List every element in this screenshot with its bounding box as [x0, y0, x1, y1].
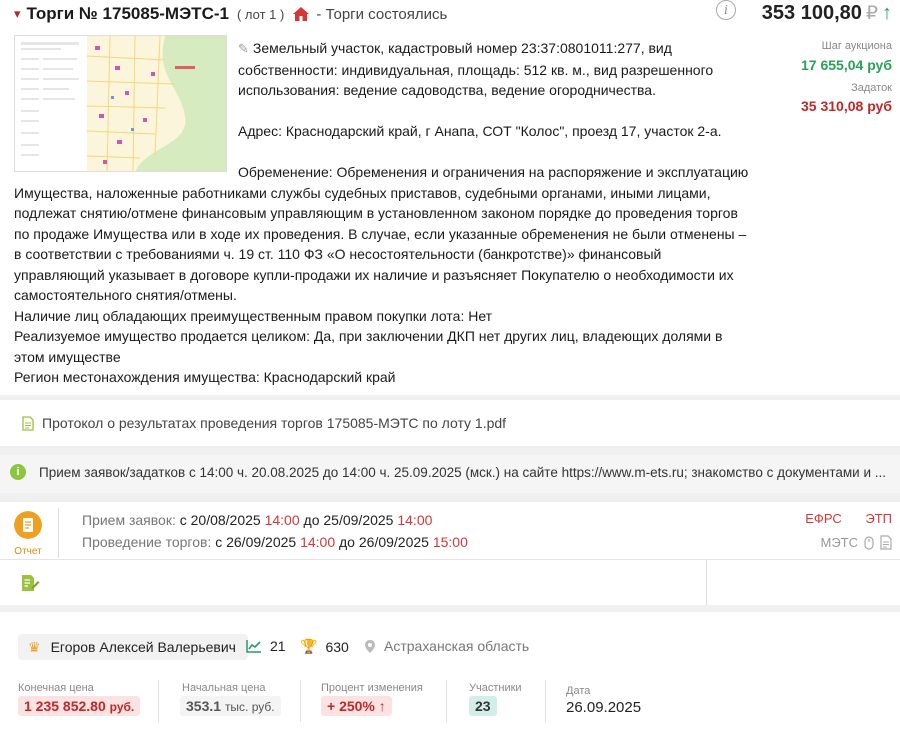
- final-price-label: Конечная цена: [18, 682, 94, 694]
- winner-section: ♛ Егоров Алексей Валерьевич 21 🏆 630 Аст…: [0, 612, 900, 730]
- ruble-sign: ₽: [865, 3, 878, 24]
- current-price: 353 100,80 ₽ ↑: [762, 2, 892, 25]
- report-label: Отчет: [14, 546, 42, 557]
- info-icon[interactable]: i: [716, 0, 736, 20]
- percent-change-label: Процент изменения: [321, 682, 423, 694]
- etp-link[interactable]: ЭТП: [865, 511, 892, 526]
- report-button[interactable]: Отчет: [10, 511, 46, 557]
- crown-icon: ♛: [28, 638, 41, 655]
- pencil-icon: ✎: [238, 41, 249, 56]
- document-icon: [22, 415, 34, 431]
- lot-header: ▾ Торги № 175085-МЭТС-1 ( лот 1 ) - Торг…: [14, 2, 447, 26]
- report-icon: [14, 511, 42, 539]
- date-value: 26.09.2025: [566, 699, 642, 716]
- efrs-link[interactable]: ЕФРС: [805, 511, 841, 526]
- views-stat: 21: [246, 638, 286, 654]
- mets-platform-label[interactable]: МЭТС: [820, 535, 858, 550]
- final-price-value: 1 235 852.80 руб.: [18, 696, 141, 716]
- notice-bar[interactable]: i Прием заявок/задатков с 14:00 ч. 20.08…: [0, 455, 900, 493]
- protocol-document-link[interactable]: Протокол о результатах проведения торгов…: [22, 415, 506, 431]
- auction-step-value: 17 655,04 руб: [801, 57, 892, 73]
- lot-preemptive-right: Наличие лиц обладающих преимущественным …: [14, 307, 493, 324]
- lot-encumbrance: Обременение: Обременения и ограничения н…: [14, 164, 749, 303]
- start-price-label: Начальная цена: [182, 682, 266, 694]
- protocol-document-label: Протокол о результатах проведения торгов…: [42, 415, 507, 431]
- location-pin-icon: [365, 639, 375, 653]
- home-icon: [293, 7, 310, 21]
- price-value: 353 100,80: [761, 2, 862, 24]
- documents-section: Протокол о результатах проведения торгов…: [0, 400, 900, 446]
- percent-change-value: + 250% ↑: [321, 696, 392, 716]
- chart-up-icon: [246, 640, 261, 653]
- date-label: Дата: [566, 685, 591, 697]
- auction-status: - Торги состоялись: [316, 5, 448, 23]
- lot-card: ▾ Торги № 175085-МЭТС-1 ( лот 1 ) - Торг…: [0, 0, 900, 395]
- arrow-up-icon: ↑: [378, 698, 386, 714]
- start-price-value: 353.1 тыс. руб.: [180, 696, 281, 716]
- winner-badge[interactable]: ♛ Егоров Алексей Валерьевич: [18, 634, 248, 660]
- arrow-up-icon: ↑: [882, 2, 892, 24]
- mouse-icon: [864, 535, 874, 550]
- score-stat: 🏆 630: [300, 638, 349, 655]
- lot-sold-whole: Реализуемое имущество продается целиком:…: [14, 328, 723, 365]
- winner-region: Астраханская область: [364, 638, 529, 654]
- lot-region: Регион местонахождения имущества: Красно…: [14, 369, 396, 385]
- lot-title-link[interactable]: Торги № 175085-МЭТС-1: [27, 4, 229, 24]
- winner-name: Егоров Алексей Валерьевич: [50, 639, 236, 655]
- trophy-icon: 🏆: [300, 638, 318, 654]
- lot-description: ✎ Земельный участок, кадастровый номер 23…: [14, 38, 754, 388]
- document-list-icon[interactable]: [880, 535, 892, 550]
- participants-value: 23: [469, 696, 497, 716]
- participants-label: Участники: [469, 682, 522, 694]
- expand-chevron-icon[interactable]: ▾: [14, 6, 21, 22]
- auction-step-label: Шаг аукциона: [821, 40, 892, 52]
- lot-object-text: Земельный участок, кадастровый номер 23:…: [238, 40, 714, 98]
- deposit-label: Задаток: [851, 82, 892, 94]
- notice-text: Прием заявок/задатков с 14:00 ч. 20.08.2…: [39, 464, 887, 480]
- trading-period: Проведение торгов: с 26/09/2025 14:00 до…: [82, 534, 468, 550]
- lot-number: ( лот 1 ): [236, 6, 285, 22]
- info-circle-icon: i: [10, 464, 26, 480]
- applications-period: Прием заявок: с 20/08/2025 14:00 до 25/0…: [82, 512, 433, 528]
- deposit-value: 35 310,08 руб: [801, 98, 892, 114]
- dates-section: Отчет Прием заявок: с 20/08/2025 14:00 д…: [0, 502, 900, 605]
- edit-document-icon[interactable]: [20, 573, 40, 593]
